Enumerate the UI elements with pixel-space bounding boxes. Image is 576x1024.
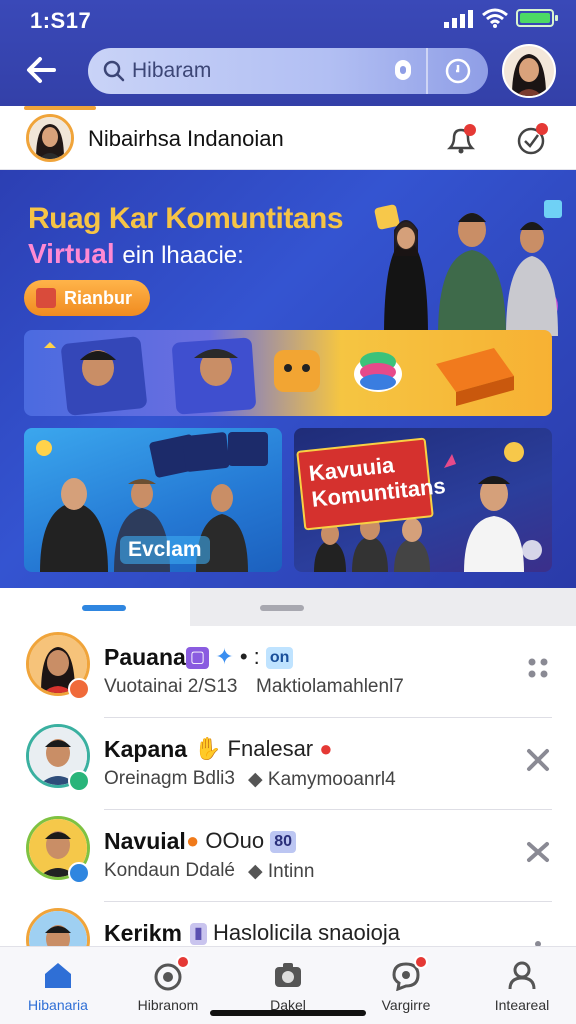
avatar-image	[29, 911, 87, 946]
emoji-icon: ●	[186, 828, 200, 853]
tab-pager	[0, 588, 576, 626]
list-item[interactable]: Kerikm ▮ Haslolicila snaoioja	[0, 902, 576, 946]
list-item-tail: Fnalesar	[227, 736, 314, 761]
list-item-name: Kapana	[104, 736, 188, 762]
hero-card[interactable]: Ruag Kar Komuntitans Virtual ein lhaacie…	[8, 178, 568, 336]
list-item-tags: ▮ Haslolicila snaoioja	[190, 920, 400, 946]
event-card-label: Evclam	[120, 536, 210, 564]
list-item-meta-secondary: ◆ Intinn	[248, 860, 314, 883]
hero-subline-b: ein lhaacie:	[122, 242, 244, 269]
home-icon	[45, 963, 71, 988]
pager-tab-2[interactable]	[260, 605, 304, 611]
gift-icon	[36, 288, 56, 308]
nav-profile[interactable]: Inteareal	[472, 955, 572, 1019]
more-options-icon[interactable]	[524, 930, 552, 946]
active-indicator	[24, 106, 96, 110]
list-item-name: Navuial	[104, 828, 186, 854]
list-item-tags: ▢ ✦ • : on	[186, 644, 294, 670]
list-item-tail: OOuo	[205, 828, 265, 853]
nav-chat-label: Vargirre	[381, 997, 431, 1013]
list-item-tail: • :	[239, 644, 260, 669]
search-bar[interactable]: Hibaram	[88, 48, 488, 94]
user-avatar[interactable]	[502, 44, 556, 98]
community-avatar-image	[29, 117, 71, 159]
verified-badge	[68, 862, 90, 884]
list-item-tags: ✋ Fnalesar ●	[194, 736, 333, 762]
status-badge: on	[265, 647, 294, 670]
nav-profile-label: Inteareal	[494, 997, 550, 1013]
community-avatar[interactable]	[26, 114, 74, 162]
nav-activity-label: Hibranom	[137, 997, 199, 1013]
avatar-image	[504, 46, 554, 96]
list-item[interactable]: Navuial ● OOuo 80 Kondaun Ddalé ◆ Intinn	[0, 810, 576, 902]
tools-icon[interactable]	[524, 746, 552, 774]
search-divider	[426, 48, 428, 94]
emoji-icon: ●	[319, 736, 333, 761]
status-time: 1:S17	[30, 8, 92, 33]
list-item-tail: Haslolicila snaoioja	[212, 920, 401, 945]
history-clock-icon[interactable]	[444, 57, 472, 85]
list-item-meta-secondary: ◆ Kamymooanrl4	[248, 768, 396, 791]
hero-people-illustration	[374, 200, 562, 336]
feed-list: Pauana ▢ ✦ • : on Vuotainai 2/S13 Maktio…	[0, 626, 576, 946]
promo-banner[interactable]: Ruag Kar Komuntitans Virtual ein lhaacie…	[0, 170, 576, 588]
list-item-meta-secondary: Maktiolamahlenl7	[256, 676, 404, 697]
nav-activity[interactable]: Hibranom	[118, 955, 218, 1019]
list-item-name: Pauana	[104, 644, 186, 670]
notification-dot	[176, 955, 190, 969]
verified-badge	[68, 678, 90, 700]
search-icon	[103, 60, 125, 82]
more-options-icon[interactable]	[524, 654, 552, 682]
profile-icon	[508, 961, 536, 990]
list-item-meta-text: Kamymooanrl4	[267, 769, 396, 790]
verified-badge	[68, 770, 90, 792]
nav-home-label: Hibanaria	[28, 997, 88, 1013]
hero-cta-label: Rianbur	[64, 288, 133, 308]
status-bar: 1:S17	[0, 0, 576, 40]
list-item-meta: Vuotainai 2/S13	[104, 676, 238, 697]
list-item[interactable]: Pauana ▢ ✦ • : on Vuotainai 2/S13 Maktio…	[0, 626, 576, 718]
tools-icon[interactable]	[524, 838, 552, 866]
gifts-illustration	[44, 336, 514, 416]
notification-dot	[414, 955, 428, 969]
top-header: 1:S17 Hibaram	[0, 0, 576, 106]
signal-icon	[444, 10, 473, 28]
status-badge: 80	[270, 831, 297, 854]
microphone-icon[interactable]	[386, 54, 420, 88]
list-item-meta: Kondaun Ddalé	[104, 860, 235, 881]
list-item-meta: Oreinagm Bdli3	[104, 768, 235, 789]
list-item-tags: ● OOuo 80	[186, 828, 297, 854]
feature-card-gifts[interactable]	[24, 330, 552, 416]
list-item-meta-text: Intinn	[267, 861, 315, 882]
feature-card-community[interactable]: Kavuuia Komuntitans	[294, 428, 552, 572]
purple-tag-icon: ▮	[190, 923, 207, 946]
camera-icon	[275, 963, 301, 987]
list-item[interactable]: Kapana ✋ Fnalesar ● Oreinagm Bdli3 ◆ Kam…	[0, 718, 576, 810]
community-title: Nibairhsa Indanoian	[88, 126, 284, 151]
nav-chat[interactable]: Vargirre	[356, 955, 456, 1019]
activity-check-icon[interactable]	[514, 122, 550, 158]
notification-bell-icon[interactable]	[444, 122, 478, 156]
feature-card-event[interactable]: Evclam	[24, 428, 282, 572]
hero-cta-button[interactable]: Rianbur	[24, 280, 150, 316]
nav-home[interactable]: Hibanaria	[8, 955, 108, 1019]
back-arrow-icon[interactable]	[24, 52, 60, 88]
hero-subline: Virtual ein lhaacie:	[28, 238, 244, 270]
clap-icon: ✋	[194, 736, 222, 761]
hero-headline: Ruag Kar Komuntitans	[28, 202, 344, 235]
home-indicator[interactable]	[210, 1010, 366, 1016]
wifi-icon	[482, 8, 508, 28]
list-item-name: Kerikm	[104, 920, 182, 946]
community-bar: Nibairhsa Indanoian	[0, 106, 576, 170]
tag-icon: ◆	[248, 861, 263, 882]
battery-icon	[516, 9, 558, 27]
tag-icon: ◆	[248, 769, 263, 790]
hero-subline-a: Virtual	[28, 238, 115, 269]
sparkle-icon: ✦	[215, 644, 234, 669]
purple-tag-icon: ▢	[186, 647, 210, 670]
search-text: Hibaram	[132, 59, 212, 82]
avatar[interactable]	[26, 908, 90, 946]
pager-tab-1[interactable]	[82, 605, 126, 611]
